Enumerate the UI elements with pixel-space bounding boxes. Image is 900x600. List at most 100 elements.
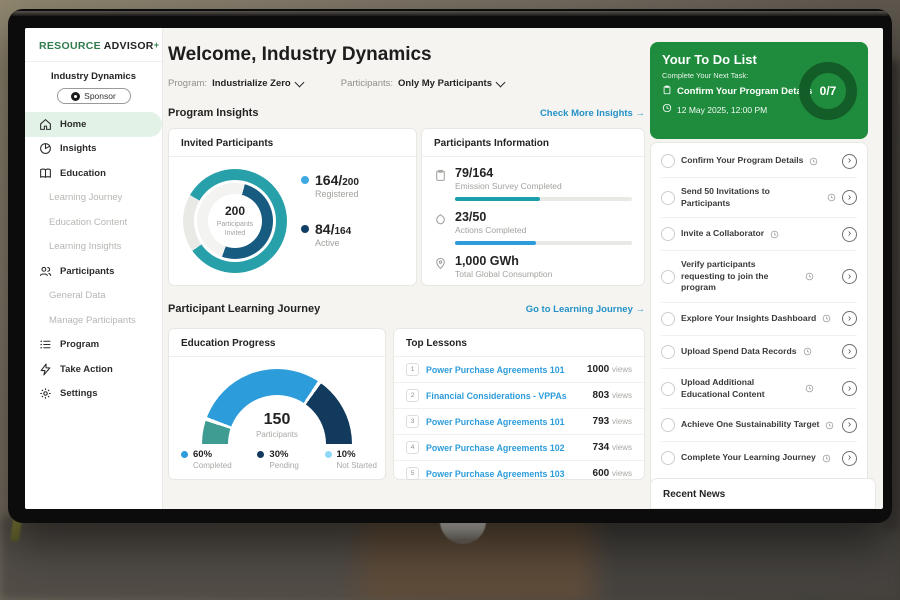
chevron-right-icon[interactable]: › xyxy=(842,154,857,169)
sidebar-item-label: Home xyxy=(60,119,86,130)
clock-icon xyxy=(809,157,818,166)
task-row[interactable]: Explore Your Insights Dashboard › xyxy=(661,303,857,336)
task-checkbox[interactable] xyxy=(661,312,675,326)
task-checkbox[interactable] xyxy=(661,227,675,241)
task-checkbox[interactable] xyxy=(661,270,675,284)
sidebar-item-label: Learning Journey xyxy=(49,192,122,203)
chevron-right-icon[interactable]: › xyxy=(842,269,857,284)
location-pin-icon xyxy=(434,257,447,270)
home-icon xyxy=(39,118,52,131)
chevron-right-icon[interactable]: › xyxy=(842,190,857,205)
check-more-insights-link[interactable]: Check More Insights → xyxy=(540,108,645,119)
sidebar-item-settings[interactable]: Settings xyxy=(25,382,162,407)
card-title: Invited Participants xyxy=(169,129,416,157)
task-list: Confirm Your Program Details › Send 50 I… xyxy=(650,142,868,502)
task-row[interactable]: Send 50 Invitations to Participants › xyxy=(661,178,857,218)
arrow-right-icon: → xyxy=(636,108,646,119)
legend-dot xyxy=(257,451,264,458)
task-row[interactable]: Invite a Collaborator › xyxy=(661,218,857,251)
sidebar-item-education[interactable]: Education xyxy=(25,161,162,186)
lesson-rank: 4 xyxy=(406,441,419,454)
sidebar-item-general-data[interactable]: General Data xyxy=(25,284,162,309)
sidebar-item-learning-insights[interactable]: Learning Insights xyxy=(25,235,162,260)
task-checkbox[interactable] xyxy=(661,154,675,168)
lesson-rank: 5 xyxy=(406,467,419,480)
section-title: Program Insights xyxy=(168,107,258,119)
lesson-views: 600 views xyxy=(593,468,632,479)
go-to-learning-journey-link[interactable]: Go to Learning Journey → xyxy=(526,304,645,315)
task-row[interactable]: Upload Spend Data Records › xyxy=(661,336,857,369)
sidebar-item-home[interactable]: Home xyxy=(25,112,162,137)
donut-chart: 200 Participants Invited xyxy=(183,169,287,273)
lesson-link[interactable]: Financial Considerations - VPPAs xyxy=(426,391,586,401)
take-action-icon xyxy=(39,363,52,376)
logo-advisor: ADVISOR xyxy=(104,40,154,52)
sidebar-item-education-content[interactable]: Education Content xyxy=(25,210,162,235)
chevron-right-icon[interactable]: › xyxy=(842,227,857,242)
legend-dot xyxy=(181,451,188,458)
chevron-right-icon[interactable]: › xyxy=(842,344,857,359)
sidebar-item-label: Program xyxy=(60,339,99,350)
program-filter[interactable]: Program: Industrialize Zero xyxy=(168,78,303,89)
todo-progress-ring: 0/7 xyxy=(799,62,857,120)
sidebar-item-insights[interactable]: Insights xyxy=(25,137,162,162)
sponsor-badge[interactable]: Sponsor xyxy=(57,88,131,104)
sidebar-item-program[interactable]: Program xyxy=(25,333,162,358)
lesson-rank: 2 xyxy=(406,389,419,402)
task-checkbox[interactable] xyxy=(661,191,675,205)
clock-icon xyxy=(827,193,836,202)
sidebar-item-manage-participants[interactable]: Manage Participants xyxy=(25,308,162,333)
clock-icon xyxy=(822,454,831,463)
logo-plus: + xyxy=(154,40,160,50)
todo-due-date: 12 May 2025, 12:00 PM xyxy=(677,105,767,115)
lesson-row: 4 Power Purchase Agreements 102 734 view… xyxy=(394,435,644,461)
task-row[interactable]: Confirm Your Program Details › xyxy=(661,145,857,178)
chevron-down-icon xyxy=(294,77,304,87)
sidebar-item-participants[interactable]: Participants xyxy=(25,259,162,284)
monitor-bezel: RESOURCE ADVISOR+ Industry Dynamics Spon… xyxy=(8,9,892,523)
sidebar-item-label: Take Action xyxy=(60,364,113,375)
task-checkbox[interactable] xyxy=(661,345,675,359)
chevron-right-icon[interactable]: › xyxy=(842,381,857,396)
sidebar-item-learning-journey[interactable]: Learning Journey xyxy=(25,186,162,211)
task-row[interactable]: Achieve One Sustainability Target › xyxy=(661,409,857,442)
legend-dot xyxy=(325,451,332,458)
main-content: Welcome, Industry Dynamics Program: Indu… xyxy=(168,28,645,509)
invited-participants-chart: 200 Participants Invited 164/200 Registe… xyxy=(169,157,416,273)
clock-icon xyxy=(805,384,814,393)
task-label: Verify participants requesting to join t… xyxy=(681,259,799,294)
lesson-link[interactable]: Power Purchase Agreements 103 xyxy=(426,469,586,479)
participants-filter[interactable]: Participants: Only My Participants xyxy=(341,78,504,89)
settings-icon xyxy=(39,387,52,400)
sidebar-item-label: General Data xyxy=(49,290,106,301)
task-row[interactable]: Upload Additional Educational Content › xyxy=(661,369,857,409)
learning-journey-header: Participant Learning Journey Go to Learn… xyxy=(168,303,645,315)
task-checkbox[interactable] xyxy=(661,451,675,465)
task-checkbox[interactable] xyxy=(661,382,675,396)
program-filter-label: Program: xyxy=(168,78,207,89)
gauge-center-value: 150 xyxy=(169,411,385,429)
lesson-link[interactable]: Power Purchase Agreements 101 xyxy=(426,417,586,427)
clock-icon xyxy=(770,230,779,239)
chevron-right-icon[interactable]: › xyxy=(842,451,857,466)
chevron-down-icon xyxy=(496,77,506,87)
lesson-link[interactable]: Power Purchase Agreements 102 xyxy=(426,443,586,453)
program-filter-value: Industrialize Zero xyxy=(212,78,291,89)
sidebar-item-label: Manage Participants xyxy=(49,315,136,326)
task-label: Send 50 Invitations to Participants xyxy=(681,186,821,209)
stat-total-consumption: 1,000 GWh Total Global Consumption xyxy=(422,245,644,279)
task-row[interactable]: Complete Your Learning Journey › xyxy=(661,442,857,474)
sidebar-item-take-action[interactable]: Take Action xyxy=(25,357,162,382)
chevron-right-icon[interactable]: › xyxy=(842,418,857,433)
chevron-right-icon[interactable]: › xyxy=(842,311,857,326)
legend-active: 84/164 Active xyxy=(301,221,359,248)
sidebar-item-label: Insights xyxy=(60,143,96,154)
lesson-link[interactable]: Power Purchase Agreements 101 xyxy=(426,365,580,375)
task-row[interactable]: Verify participants requesting to join t… xyxy=(661,251,857,303)
legend-completed: 60%Completed xyxy=(181,449,232,470)
actions-icon xyxy=(434,213,447,226)
task-label: Achieve One Sustainability Target xyxy=(681,419,819,431)
task-checkbox[interactable] xyxy=(661,418,675,432)
donut-center-label: Participants Invited xyxy=(208,220,262,238)
education-progress-gauge: 150 Participants xyxy=(169,369,385,455)
